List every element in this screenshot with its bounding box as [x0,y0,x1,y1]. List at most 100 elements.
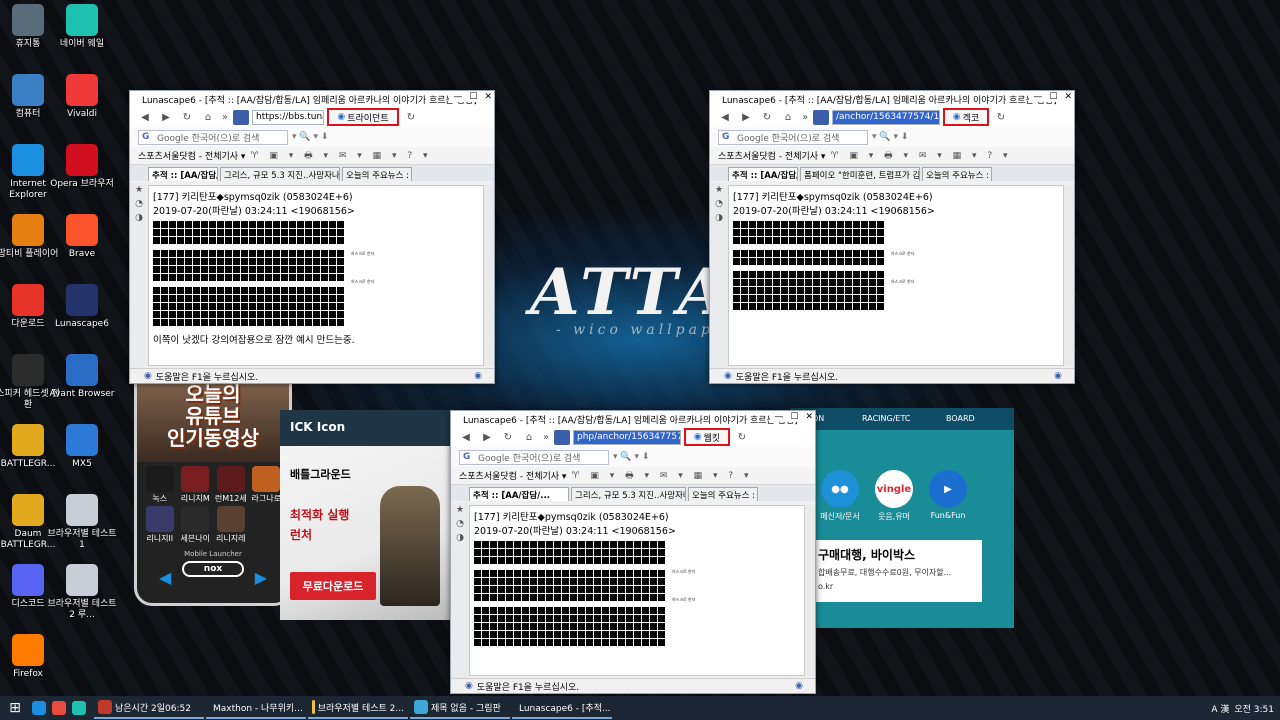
nox-app[interactable]: 리니지M [179,466,213,504]
tab[interactable]: 그리스, 규모 5.3 지진..사망자나 중... [571,487,686,501]
side-panel-icons[interactable]: ★ ◔ ◑ [130,183,148,225]
desktop-icon-brave[interactable]: Brave [47,214,117,260]
close-icon[interactable]: ✕ [1064,92,1072,102]
status-globe-icon[interactable]: ◉ [1054,371,1062,381]
render-engine-button[interactable]: ◉ 웹킷 [684,428,730,446]
favorite-item[interactable]: 스포츠서울닷컴 - 전체기사 ▾ [138,149,245,162]
messenger-link[interactable]: ●● 메신저/문서 [818,470,862,522]
desktop-icon-lunascape[interactable]: Lunascape6 [47,284,117,330]
web-tab[interactable]: RACING/ETC [862,414,910,423]
desktop-icon-whale-browser[interactable]: 네이버 웨일 [47,4,117,50]
home-icon[interactable]: ⌂ [199,109,217,125]
lunascape-window-gecko[interactable]: Lunascape6 - [추적 :: [AA/잡담/합동/LA] 임페리움 아… [709,90,1075,384]
search-options-icon[interactable]: ▾ 🔍 ▾ ⬇ [872,132,908,142]
maximize-icon[interactable]: ☐ [790,412,798,422]
funfun-link[interactable]: ▶ Fun&Fun [926,470,970,522]
desktop-icon-maxthon[interactable]: MX5 [47,424,117,470]
ad-panel-body[interactable]: 배틀그라운드 최적화 실행 런처 무료다운로드 [280,446,450,620]
more-icon[interactable]: » [541,429,551,445]
more-icon[interactable]: » [220,109,230,125]
tab-active[interactable]: 추적 :: [AA/잡담/... [728,167,798,181]
search-options-icon[interactable]: ▾ 🔍 ▾ ⬇ [613,452,649,462]
window-title-bar[interactable]: Lunascape6 - [추적 :: [AA/잡담/합동/LA] 임페리움 아… [130,91,494,107]
status-globe-icon[interactable]: ◉ [795,681,803,691]
window-title-bar[interactable]: Lunascape6 - [추적 :: [AA/잡담/합동/LA] 임페리움 아… [451,411,815,427]
humor-link[interactable]: vingle 웃음,유머 [872,470,916,522]
taskbar-item[interactable]: Lunascape6 - [추적... [512,697,612,719]
forward-icon[interactable]: ▶ [737,109,755,125]
desktop-icon-firefox[interactable]: Firefox [0,634,63,680]
refresh-icon[interactable]: ↻ [402,109,420,125]
taskbar-item[interactable]: 남은시간 2일06:52 [94,697,204,719]
refresh-icon[interactable]: ↻ [992,109,1010,125]
back-icon[interactable]: ◀ [457,429,475,445]
search-input[interactable]: G Google 한국어(으)로 검색 [459,449,609,465]
back-icon[interactable]: ◀ [136,109,154,125]
tab-active[interactable]: 추적 :: [AA/잡담/... [148,167,218,181]
toolbar-icons[interactable]: ♈ ▣ ▾ 🖶 ▾ ✉ ▾ ▦ ▾ ? ▾ [830,148,1011,164]
lunascape-window-webkit[interactable]: Lunascape6 - [추적 :: [AA/잡담/합동/LA] 임페리움 아… [450,410,816,694]
desktop-icon-opera[interactable]: Opera 브라우저 [47,144,117,190]
lunascape-window-trident[interactable]: Lunascape6 - [추적 :: [AA/잡담/합동/LA] 임페리움 아… [129,90,495,384]
search-options-icon[interactable]: ▾ 🔍 ▾ ⬇ [292,132,328,142]
minimize-icon[interactable]: — [774,412,783,422]
nox-app[interactable]: 리니지II [143,506,177,544]
close-icon[interactable]: ✕ [484,92,492,102]
nox-app[interactable]: 런M12세 [214,466,248,504]
status-globe-icon[interactable]: ◉ [474,371,482,381]
maximize-icon[interactable]: ☐ [469,92,477,102]
side-panel-icons[interactable]: ★ ◔ ◑ [451,503,469,545]
clock[interactable]: 오전 3:51 [1234,702,1274,715]
window-title-bar[interactable]: Lunascape6 - [추적 :: [AA/잡담/합동/LA] 임페리움 아… [710,91,1074,107]
minimize-icon[interactable]: — [1033,92,1042,102]
free-download-button[interactable]: 무료다운로드 [290,572,376,600]
search-input[interactable]: G Google 한국어(으)로 검색 [718,129,868,145]
favorite-item[interactable]: 스포츠서울닷컴 - 전체기사 ▾ [718,149,825,162]
favorite-item[interactable]: 스포츠서울닷컴 - 전체기사 ▾ [459,469,566,482]
reload-icon[interactable]: ↻ [499,429,517,445]
reload-icon[interactable]: ↻ [178,109,196,125]
scrollbar[interactable] [805,505,815,676]
minimize-icon[interactable]: — [453,92,462,102]
home-icon[interactable]: ⌂ [520,429,538,445]
nox-app[interactable]: 리니지레 [214,506,248,544]
desktop-icon-test-file[interactable]: 브라우저별 테스트 2 루... [47,564,117,621]
home-icon[interactable]: ⌂ [779,109,797,125]
forward-icon[interactable]: ▶ [478,429,496,445]
forward-icon[interactable]: ▶ [157,109,175,125]
scrollbar[interactable] [1064,185,1074,366]
search-input[interactable]: G Google 한국어(으)로 검색 [138,129,288,145]
taskbar-item[interactable]: 브라우저별 테스트 2... [308,697,408,719]
desktop-icon-vivaldi[interactable]: Vivaldi [47,74,117,120]
ime-indicator[interactable]: A 漢 [1211,702,1229,715]
toolbar-icons[interactable]: ♈ ▣ ▾ 🖶 ▾ ✉ ▾ ▦ ▾ ? ▾ [571,468,752,484]
nox-app[interactable]: 녹스 [143,466,177,504]
toolbar-icons[interactable]: ♈ ▣ ▾ 🖶 ▾ ✉ ▾ ▦ ▾ ? ▾ [250,148,431,164]
side-panel-icons[interactable]: ★ ◔ ◑ [710,183,728,225]
buybox-ad[interactable]: 구매대행, 바이박스 합배송무료, 대행수수료0원, 무이자할... o.kr [812,540,982,602]
nox-launcher[interactable]: 오늘의 유튜브 인기동영상 녹스 리니지M 런M12세 라그나로 리니지II 세븐나이 리니… [134,370,292,606]
maximize-icon[interactable]: ☐ [1049,92,1057,102]
taskbar-item[interactable]: Maxthon - 나무위키... [206,697,306,719]
address-bar[interactable]: /anchor/1563477574/177 [832,109,940,125]
nox-app[interactable]: 세븐나이 [179,506,213,544]
tab[interactable]: 폼페이오 "한미훈련, 트럼프가 김정... [800,167,920,181]
address-bar[interactable]: https://bbs.tunag [252,109,324,125]
taskbar-item[interactable]: 제목 없음 - 그림판 [410,697,510,719]
tab[interactable]: 오늘의 주요뉴스 : 종합 [688,487,758,501]
tab[interactable]: 오늘의 주요뉴스 : 종합 [922,167,992,181]
render-engine-button[interactable]: ◉ 겍코 [943,108,989,126]
tab[interactable]: 그리스, 규모 5.3 지진..사망자나 중... [220,167,340,181]
quick-launch-icon[interactable] [52,701,66,715]
more-icon[interactable]: » [800,109,810,125]
render-engine-button[interactable]: ◉ 트라이던트 [327,108,399,126]
close-icon[interactable]: ✕ [805,412,813,422]
quick-launch-icon[interactable] [32,701,46,715]
tab-active[interactable]: 추적 :: [AA/잡담/... [469,487,569,501]
refresh-icon[interactable]: ↻ [733,429,751,445]
desktop-icon-test-file[interactable]: 브라우저별 테스트 1 [47,494,117,551]
tab[interactable]: 오늘의 주요뉴스 : 종합 [342,167,412,181]
start-button[interactable]: ⊞ [4,697,26,719]
nox-next-icon[interactable]: ▶ [255,568,267,587]
reload-icon[interactable]: ↻ [758,109,776,125]
